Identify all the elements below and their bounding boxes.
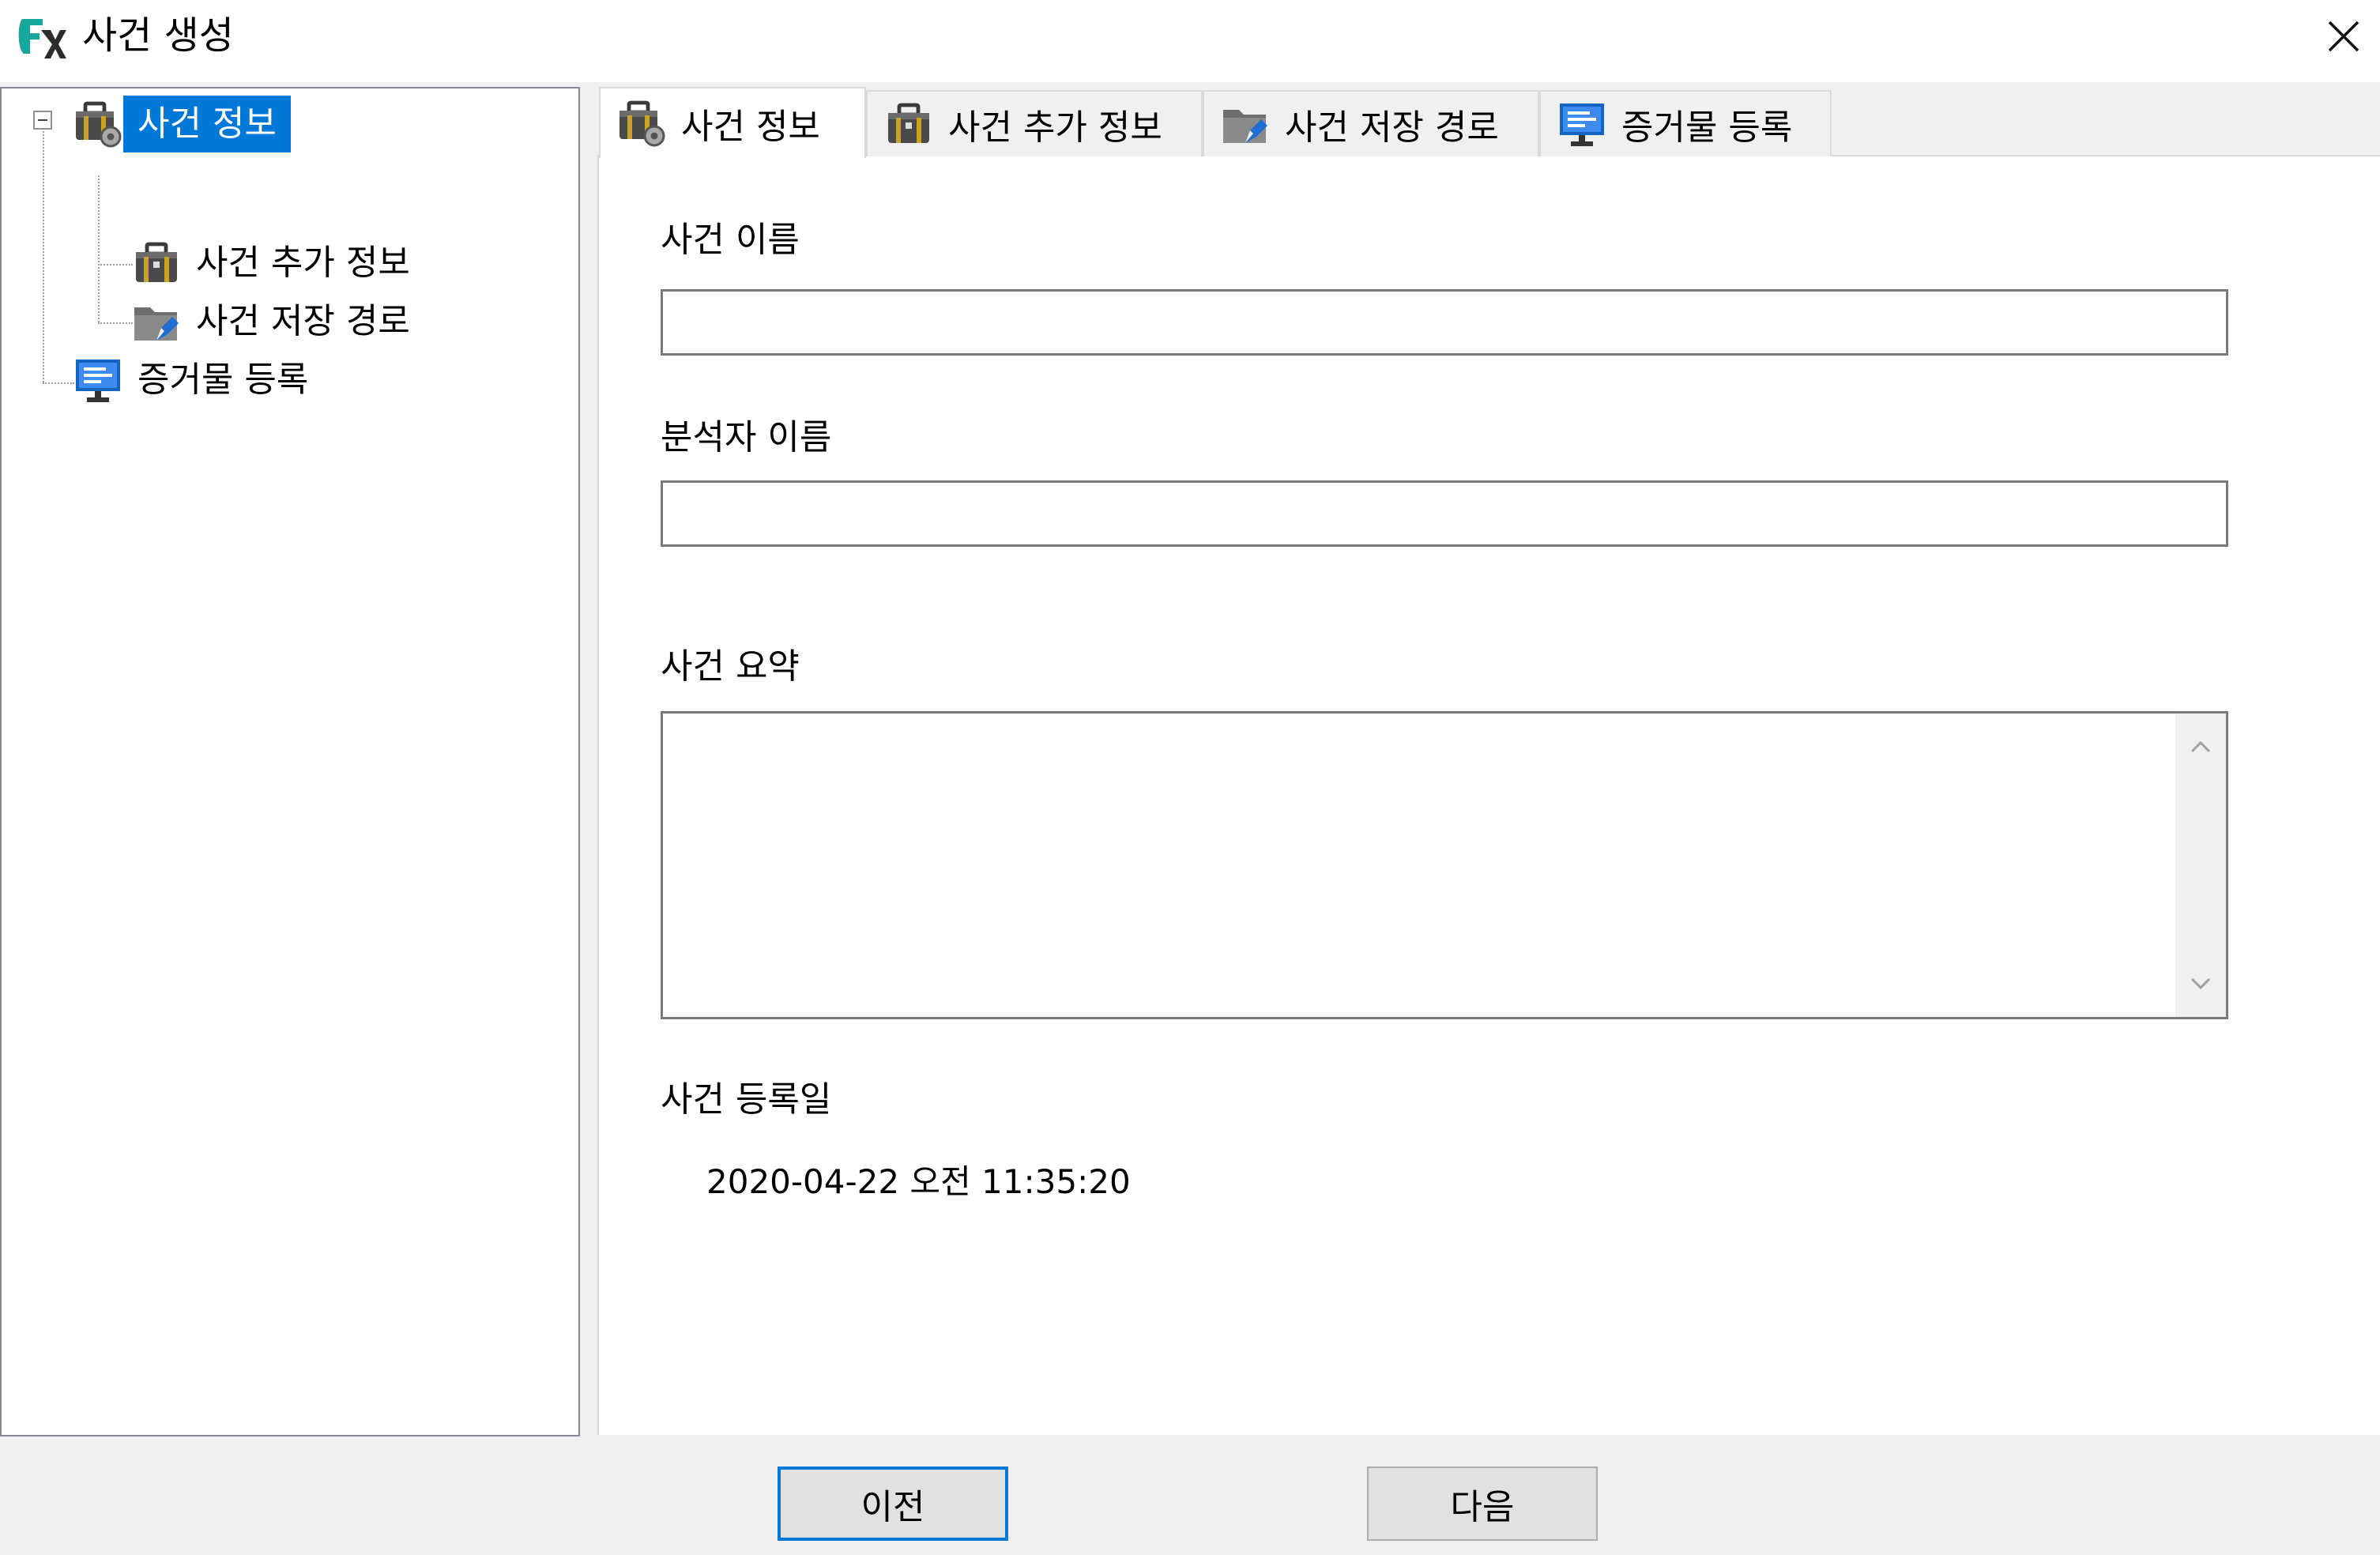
tab-evidence-registration[interactable]: 증거물 등록: [1539, 90, 1832, 156]
tab-label: 증거물 등록: [1621, 107, 1793, 148]
tree-item-case-additional-info[interactable]: 사건 추가 정보: [131, 234, 424, 292]
briefcase-icon: [131, 238, 182, 288]
tab-label: 사건 저장 경로: [1285, 107, 1499, 148]
case-name-label: 사건 이름: [661, 220, 800, 260]
case-name-input[interactable]: [661, 289, 2228, 356]
folder-edit-icon: [1220, 99, 1271, 149]
window-title: 사건 생성: [82, 13, 234, 58]
case-create-dialog: 사건 생성 사건 정보 사건 추가 정보 사건 저장 경로 증거물 등록 사건 …: [0, 0, 2380, 1555]
analyst-name-label: 분석자 이름: [661, 417, 832, 457]
tab-case-additional-info[interactable]: 사건 추가 정보: [866, 90, 1203, 156]
tree-connector: [43, 382, 74, 384]
tree-connector: [98, 264, 133, 265]
tree-connector: [98, 175, 100, 322]
close-icon: [2328, 21, 2359, 52]
briefcase-icon: [883, 99, 934, 149]
close-button[interactable]: [2307, 3, 2380, 70]
navigation-tree: 사건 정보 사건 추가 정보 사건 저장 경로 증거물 등록: [0, 87, 580, 1436]
tab-label: 사건 추가 정보: [948, 107, 1162, 148]
previous-button[interactable]: 이전: [778, 1467, 1008, 1541]
title-bar: 사건 생성: [0, 0, 2380, 82]
monitor-icon: [1557, 99, 1607, 149]
folder-edit-icon: [131, 296, 182, 347]
tree-collapse-toggle[interactable]: [33, 111, 52, 130]
chevron-down-icon: [2190, 977, 2211, 990]
briefcase-gear-icon: [73, 99, 123, 149]
tab-label: 사건 정보: [681, 107, 820, 147]
case-summary-label: 사건 요약: [661, 646, 800, 687]
tree-connector: [43, 122, 44, 382]
tree-item-label: 사건 정보: [123, 96, 291, 152]
briefcase-gear-icon: [616, 98, 667, 149]
tree-item-case-info[interactable]: 사건 정보: [73, 95, 291, 153]
tree-item-label: 증거물 등록: [137, 360, 309, 400]
tree-item-case-save-path[interactable]: 사건 저장 경로: [131, 292, 424, 351]
monitor-icon: [73, 355, 123, 405]
tree-connector: [98, 322, 133, 324]
tree-item-evidence-registration[interactable]: 증거물 등록: [73, 351, 322, 409]
app-logo-icon: [18, 19, 66, 58]
case-registered-value: 2020-04-22 오전 11:35:20: [706, 1162, 1131, 1201]
summary-scrollbar[interactable]: [2175, 713, 2226, 1017]
case-registered-label: 사건 등록일: [661, 1079, 832, 1120]
tab-case-info[interactable]: 사건 정보: [599, 87, 866, 158]
case-summary-textarea[interactable]: [663, 713, 2175, 1017]
analyst-name-input[interactable]: [661, 480, 2228, 547]
tab-strip: 사건 정보 사건 추가 정보 사건 저장 경로 증거물 등록: [597, 87, 2380, 158]
tree-item-label: 사건 추가 정보: [196, 243, 410, 283]
case-summary-box: [661, 711, 2228, 1019]
scroll-down-button[interactable]: [2175, 958, 2226, 1009]
chevron-up-icon: [2190, 740, 2211, 753]
next-button[interactable]: 다음: [1367, 1467, 1598, 1541]
scroll-up-button[interactable]: [2175, 721, 2226, 772]
tab-case-save-path[interactable]: 사건 저장 경로: [1203, 90, 1539, 156]
tree-item-label: 사건 저장 경로: [196, 301, 410, 341]
